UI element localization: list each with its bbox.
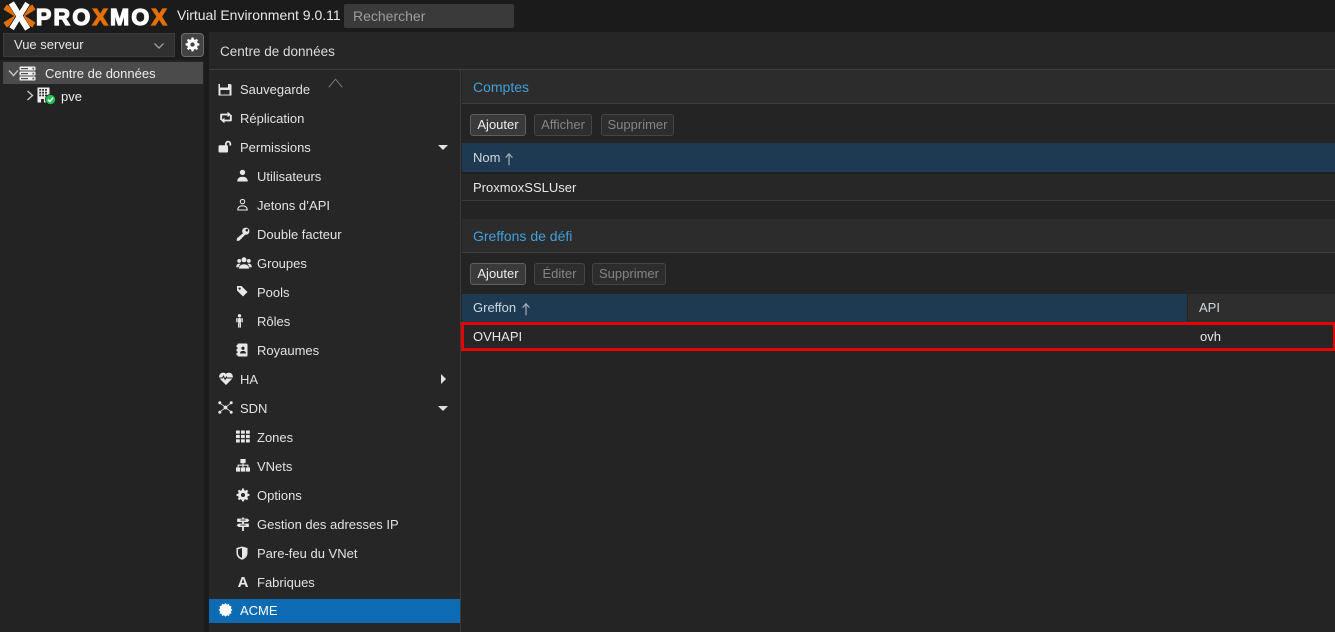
svg-text:A: A: [238, 575, 249, 588]
